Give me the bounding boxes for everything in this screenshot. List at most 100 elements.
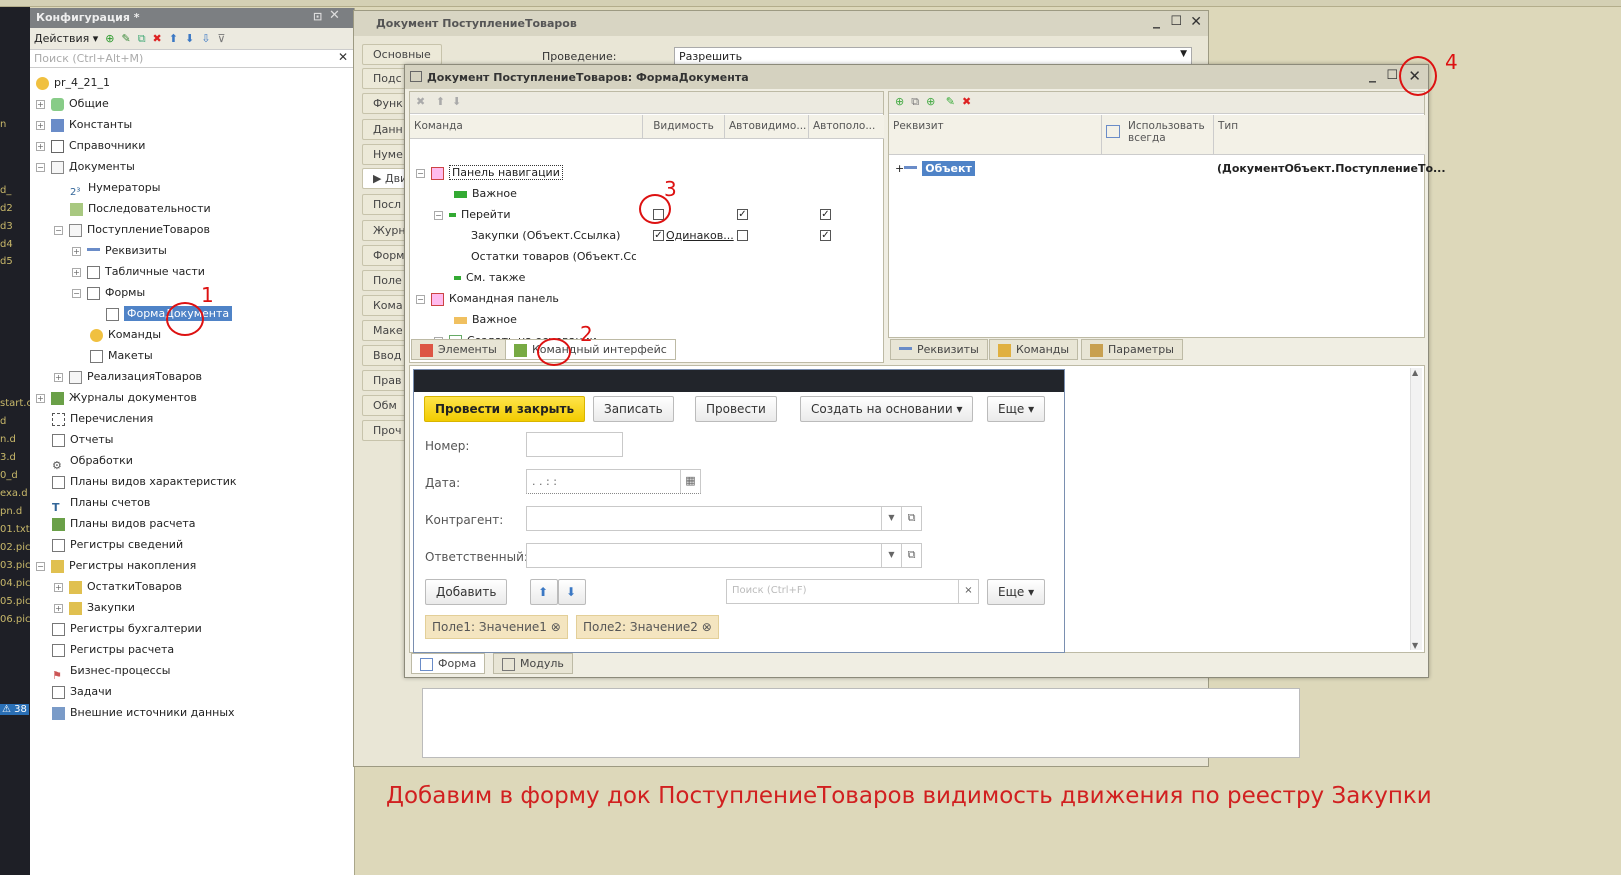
number-field[interactable] — [526, 432, 623, 457]
move-up-icon[interactable]: ⬆ — [169, 32, 178, 45]
more-button[interactable]: Еще ▾ — [987, 396, 1046, 422]
edit-icon[interactable]: ✎ — [946, 95, 955, 108]
column-header-autovisibility[interactable]: Автовидимо... — [724, 115, 808, 139]
tree-item-commands[interactable]: Команды — [90, 324, 161, 345]
add-button[interactable]: Добавить — [425, 579, 508, 605]
responsible-field[interactable]: ▼ ⧉ — [526, 543, 922, 568]
maximize-icon[interactable]: ☐ — [1170, 14, 1182, 29]
save-button[interactable]: Записать — [593, 396, 674, 422]
tree-item-journals[interactable]: + Журналы документов — [36, 387, 197, 408]
move-up-button[interactable]: ⬆ — [530, 579, 558, 605]
close-icon[interactable]: ✕ — [1190, 14, 1202, 30]
tree-item-info-registers[interactable]: Регистры сведений — [52, 534, 183, 555]
filter-chip-2[interactable]: Поле2: Значение2 ⊗ — [576, 615, 719, 639]
move-down-icon[interactable]: ⬇ — [452, 95, 461, 108]
cmd-row-command-panel[interactable]: − Командная панель — [416, 288, 559, 309]
tree-item-sequences[interactable]: Последовательности — [70, 198, 211, 219]
post-and-close-button[interactable]: Провести и закрыть — [424, 396, 586, 422]
tree-item-reports[interactable]: Отчеты — [52, 429, 113, 450]
tree-item-calc-types[interactable]: Планы видов расчета — [52, 513, 196, 534]
delete-icon[interactable]: ✖ — [153, 32, 162, 45]
minimize-icon[interactable]: _ — [1369, 67, 1376, 83]
edit-icon[interactable]: ✎ — [121, 32, 130, 45]
cmd-row-goto[interactable]: − Перейти — [434, 204, 511, 225]
tree-item-external-sources[interactable]: Внешние источники данных — [52, 702, 235, 723]
tab-form[interactable]: Форма — [411, 653, 486, 674]
autovisibility-checkbox-purchases[interactable]: ✓ — [737, 209, 748, 220]
table-search-input[interactable]: Поиск (Ctrl+F) × — [726, 579, 979, 604]
visibility-checkbox-stock[interactable]: ✓ — [653, 230, 664, 241]
open-icon[interactable]: ⧉ — [901, 544, 921, 567]
clear-icon[interactable]: × — [958, 580, 978, 603]
cmd-row-see-also[interactable]: См. также — [454, 267, 525, 288]
move-down-button[interactable]: ⬇ — [558, 579, 586, 605]
column-header-visibility[interactable]: Видимость — [642, 115, 724, 139]
tree-item-processing[interactable]: ⚙ Обработки — [52, 450, 133, 472]
cmd-row-purchases[interactable]: Закупки (Объект.Ссылка) — [471, 225, 620, 246]
tree-item-catalogs[interactable]: + Справочники — [36, 135, 145, 156]
add-icon[interactable]: ⊕ — [895, 95, 904, 108]
copy-icon[interactable]: ⧉ — [911, 95, 919, 108]
remove-chip-icon[interactable]: ⊗ — [702, 620, 712, 634]
tab-elements[interactable]: Элементы — [411, 339, 506, 360]
contractor-field[interactable]: ▼ ⧉ — [526, 506, 922, 531]
tab-module[interactable]: Модуль — [493, 653, 573, 674]
preview-scrollbar[interactable]: ▲ ▼ — [1410, 368, 1422, 650]
tab-commands[interactable]: Команды — [989, 339, 1079, 360]
open-icon[interactable]: ⧉ — [901, 507, 921, 530]
tab-attributes[interactable]: Реквизиты — [890, 339, 988, 360]
move-down-icon[interactable]: ⬇ — [185, 32, 194, 45]
tree-item-documents[interactable]: − Документы — [36, 156, 135, 177]
actions-menu[interactable]: Действия ▾ — [34, 32, 98, 45]
sort-icon[interactable]: ⇩ — [201, 32, 210, 45]
tree-item-calc-registers[interactable]: Регистры расчета — [52, 639, 174, 660]
warning-badge[interactable]: ⚠ 38 — [0, 704, 29, 715]
tree-item-root[interactable]: pr_4_21_1 — [36, 72, 110, 93]
date-field[interactable]: . . : : ▦ — [526, 469, 701, 494]
autoposition-checkbox-purchases[interactable]: ✓ — [820, 209, 831, 220]
tree-item-business-processes[interactable]: ⚑ Бизнес-процессы — [52, 660, 170, 682]
tree-item-forms[interactable]: − Формы — [72, 282, 145, 303]
post-button[interactable]: Провести — [695, 396, 777, 422]
tree-item-tasks[interactable]: Задачи — [52, 681, 112, 702]
tree-item-attributes[interactable]: + Реквизиты — [72, 240, 167, 261]
column-header-command[interactable]: Команда — [410, 115, 642, 139]
cmd-row-important[interactable]: Важное — [454, 183, 517, 204]
column-header-use-always[interactable]: Использовать всегда — [1101, 115, 1213, 155]
filter-chip-1[interactable]: Поле1: Значение1 ⊗ — [425, 615, 568, 639]
add-icon[interactable]: ⊕ — [105, 32, 114, 45]
column-header-attribute[interactable]: Реквизит — [889, 115, 1101, 155]
maximize-icon[interactable]: ☐ — [1386, 68, 1398, 83]
close-icon[interactable]: ✕ — [329, 8, 340, 23]
tree-item-purchase-doc[interactable]: − ПоступлениеТоваров — [54, 219, 210, 240]
move-up-icon[interactable]: ⬆ — [436, 95, 445, 108]
calendar-icon[interactable]: ▦ — [680, 470, 700, 493]
clear-search-icon[interactable]: ✕ — [338, 50, 348, 64]
cmd-row-nav-panel[interactable]: − Панель навигации — [416, 162, 563, 183]
config-search-input[interactable]: Поиск (Ctrl+Alt+M) ✕ — [30, 50, 354, 68]
same-link[interactable]: Одинаков... — [666, 229, 734, 242]
autoposition-checkbox-stock[interactable]: ✓ — [820, 230, 831, 241]
column-header-autoposition[interactable]: Автополо... — [808, 115, 884, 139]
tree-item-accounting-registers[interactable]: Регистры бухгалтерии — [52, 618, 202, 639]
chevron-down-icon[interactable]: ▼ — [881, 544, 901, 567]
table-more-button[interactable]: Еще ▾ — [987, 579, 1046, 605]
tree-item-sales-doc[interactable]: + РеализацияТоваров — [54, 366, 202, 387]
cmd-row-important-2[interactable]: Важное — [454, 309, 517, 330]
tree-item-constants[interactable]: + Константы — [36, 114, 132, 135]
tree-item-templates[interactable]: Макеты — [90, 345, 153, 366]
tree-item-accounts[interactable]: Т Планы счетов — [52, 492, 150, 514]
create-based-on-button[interactable]: Создать на основании ▾ — [800, 396, 974, 422]
tree-item-accum-registers[interactable]: − Регистры накопления — [36, 555, 196, 576]
column-header-type[interactable]: Тип — [1213, 115, 1425, 155]
delete-icon[interactable]: ✖ — [962, 95, 971, 108]
tree-item-numerators[interactable]: 2³ Нумераторы — [70, 177, 160, 198]
minimize-icon[interactable]: _ — [1153, 13, 1160, 29]
pin-icon[interactable]: ⊡ — [313, 10, 322, 23]
remove-chip-icon[interactable]: ⊗ — [551, 620, 561, 634]
tab-parameters[interactable]: Параметры — [1081, 339, 1183, 360]
tree-item-stock-register[interactable]: + ОстаткиТоваров — [54, 576, 182, 597]
autovisibility-checkbox-stock[interactable] — [737, 230, 748, 241]
filter-icon[interactable]: ⊽ — [217, 32, 225, 45]
add-column-icon[interactable]: ⊕ — [926, 95, 935, 108]
